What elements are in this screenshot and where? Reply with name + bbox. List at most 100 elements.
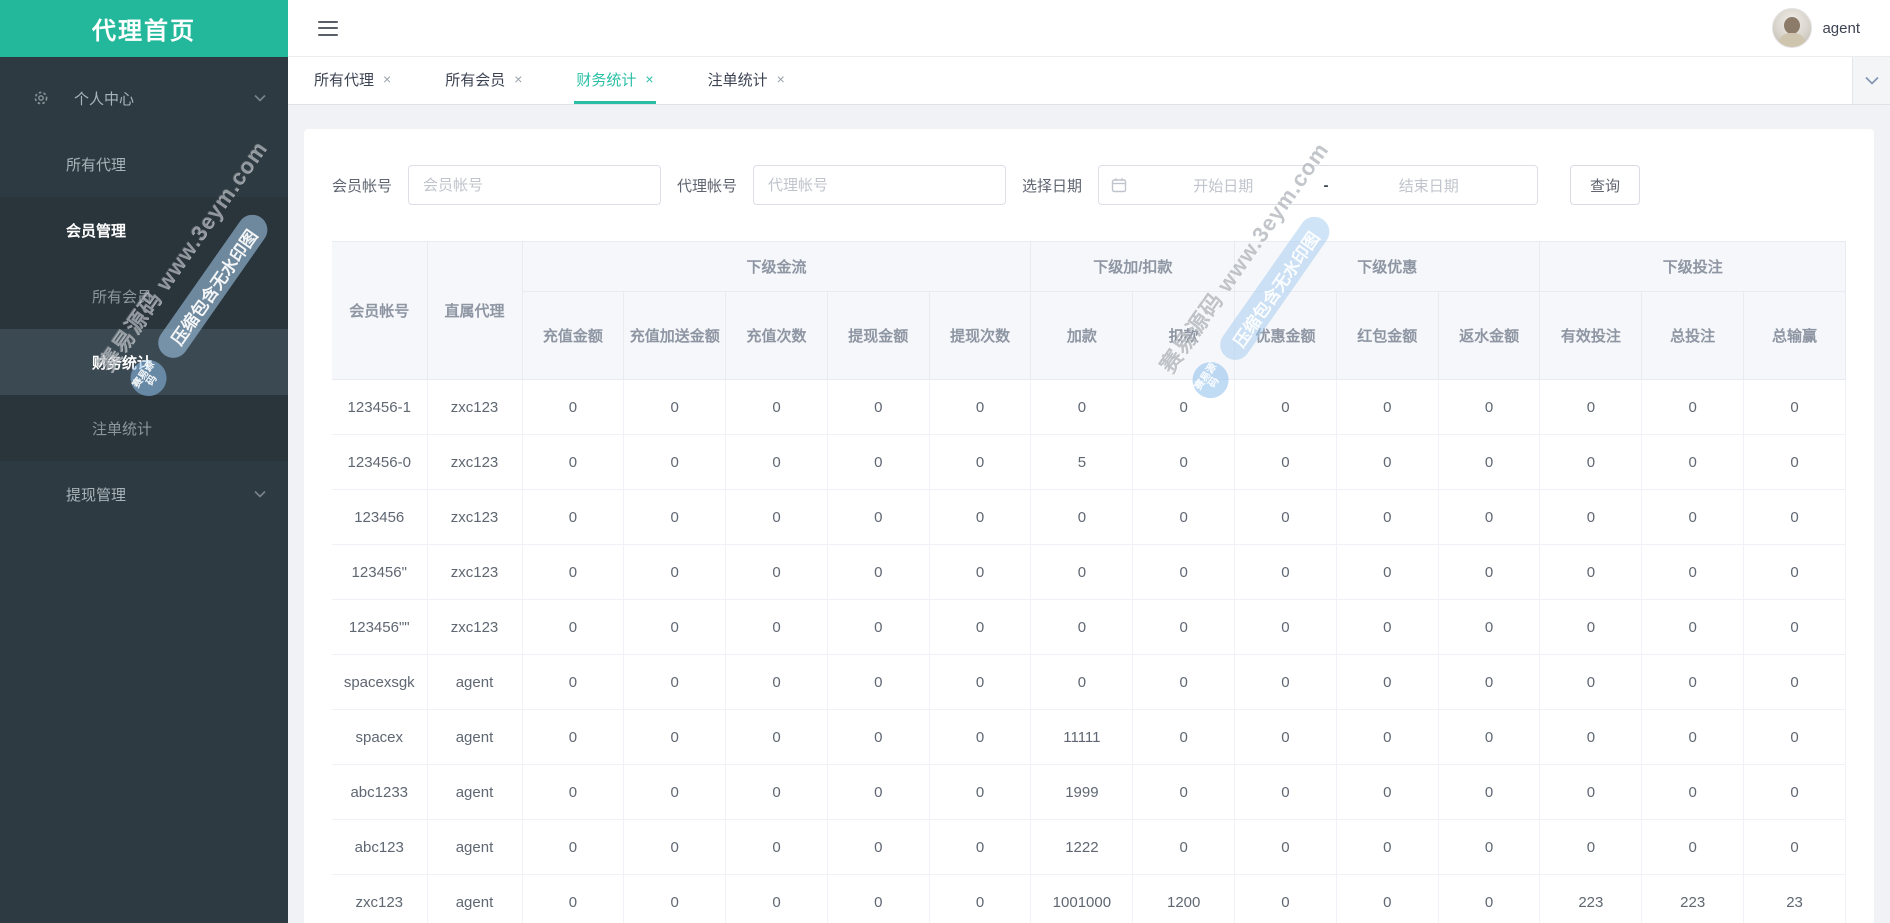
close-icon[interactable]: × [383,72,391,86]
tab-bet-stats[interactable]: 注单统计 × [706,57,787,104]
tab-label: 财务统计 [576,71,637,89]
table-header: 会员帐号 直属代理 下级金流 下级加/扣款 下级优惠 下级投注 充值金额 充值加送金额 充值次数… [332,241,1846,380]
date-range-picker[interactable]: 开始日期 - 结束日期 [1098,165,1539,205]
tab-list-dropdown-button[interactable] [1852,57,1890,104]
cell: 0 [1335,654,1439,710]
cell: 0 [928,379,1032,435]
menu-toggle-button[interactable] [318,20,338,36]
cell: 0 [1539,434,1643,490]
close-icon[interactable]: × [514,72,522,86]
column-group-header: 下级加/扣款 [1030,241,1236,292]
sidebar-item-all-members[interactable]: 所有会员 [0,263,288,329]
cell: 0 [1437,489,1541,545]
cell: 0 [1335,764,1439,820]
cell: 0 [1030,489,1134,545]
cell: 0 [1743,489,1846,545]
cell: 123456 [332,489,428,545]
cell: 0 [826,874,930,923]
sidebar-item-bet-stats[interactable]: 注单统计 [0,395,288,461]
cell: 0 [1132,709,1236,765]
cell: 0 [1234,379,1337,435]
cell: agent [426,819,523,875]
chevron-down-icon [254,94,266,102]
cell: 0 [1641,434,1745,490]
tabbar: 所有代理 × 所有会员 × 财务统计 × 注单统计 × [288,57,1890,105]
column-group-header: 下级投注 [1539,241,1846,292]
cell: 0 [521,489,625,545]
column-header: 提现次数 [928,291,1032,380]
sidebar-item-finance-stats[interactable]: 财务统计 [0,329,288,395]
column-header: 优惠金额 [1234,291,1337,380]
cell: spacex [332,709,428,765]
cell: 0 [623,819,727,875]
cell: 0 [725,709,828,765]
column-group-header: 下级金流 [521,241,1032,292]
sidebar-item-member-management[interactable]: 会员管理 [0,197,288,263]
cell: 0 [1335,874,1439,923]
stats-table-wrapper: 会员帐号 直属代理 下级金流 下级加/扣款 下级优惠 下级投注 充值金额 充值加送金额 充值次数… [332,241,1846,923]
tab-label: 注单统计 [707,71,768,89]
table-body: 123456-1 zxc123 0 0 0 0 0 0 0 0 0 0 0 0 0 123456-0 zxc12… [332,379,1846,923]
cell: 0 [1437,874,1541,923]
query-button[interactable]: 查询 [1570,165,1641,205]
cell: 0 [1743,599,1846,655]
sidebar-item-all-agents[interactable]: 所有代理 [0,131,288,197]
agent-account-label: 代理帐号 [677,177,738,195]
cell: 0 [1641,544,1745,600]
tab-all-agents[interactable]: 所有代理 × [312,57,393,104]
cell: 0 [521,379,625,435]
close-icon[interactable]: × [777,72,785,86]
cell: 0 [1132,544,1236,600]
finance-stats-panel: 会员帐号 代理帐号 选择日期 开始日期 - 结束日 [304,129,1874,923]
tab-finance-stats[interactable]: 财务统计 × [574,57,656,104]
cell: 0 [1234,544,1337,600]
cell: 0 [623,599,727,655]
cell: 0 [1641,599,1745,655]
table-row: 123456" zxc123 0 0 0 0 0 0 0 0 0 0 0 0 0 [332,544,1846,600]
cell: 0 [521,874,625,923]
cell: 0 [1234,709,1337,765]
agent-account-input[interactable] [753,165,1007,205]
cell: 0 [1437,654,1541,710]
cell: 0 [1030,654,1134,710]
app-window: 代理首页 个人中心 所有代理 会员管理 所有会员 财务统计 注单统计 提现管理 … [0,0,1890,923]
cell: 0 [1132,819,1236,875]
cell: 0 [521,819,625,875]
cell: zxc123 [426,379,523,435]
cell: 0 [1743,544,1846,600]
cell: 0 [1539,764,1643,820]
cell: 223 [1641,874,1745,923]
cell: 1200 [1132,874,1236,923]
cell: zxc123 [332,874,428,923]
cell: 0 [1234,654,1337,710]
app-title: 代理首页 [0,0,288,57]
column-header: 返水金额 [1437,291,1541,380]
cell: 0 [1335,599,1439,655]
start-date-placeholder[interactable]: 开始日期 [1127,175,1320,196]
cell: 0 [521,764,625,820]
cell: 0 [1437,379,1541,435]
cell: 0 [1437,819,1541,875]
column-header: 有效投注 [1539,291,1643,380]
table-row: abc1233 agent 0 0 0 0 0 1999 0 0 0 0 0 0 0 [332,764,1846,820]
cell: 0 [1539,654,1643,710]
cell: 0 [1234,764,1337,820]
cell: 0 [1132,599,1236,655]
column-header: 加款 [1030,291,1134,380]
sidebar-item-withdrawal-management[interactable]: 提现管理 [0,461,288,527]
cell: 0 [521,544,625,600]
sidebar-item-personal-center[interactable]: 个人中心 [0,65,288,131]
cell: 0 [1539,489,1643,545]
cell: 1222 [1030,819,1134,875]
tab-all-members[interactable]: 所有会员 × [443,57,524,104]
close-icon[interactable]: × [645,72,653,86]
cell: 0 [826,764,930,820]
avatar[interactable] [1772,8,1813,48]
table-row: spacexsgk agent 0 0 0 0 0 0 0 0 0 0 0 0 0 [332,654,1846,710]
member-account-input[interactable] [408,165,662,205]
cell: 0 [1234,434,1337,490]
end-date-placeholder[interactable]: 结束日期 [1333,175,1526,196]
member-account-label: 会员帐号 [332,177,393,195]
column-header: 充值次数 [725,291,828,380]
cell: 0 [1234,819,1337,875]
